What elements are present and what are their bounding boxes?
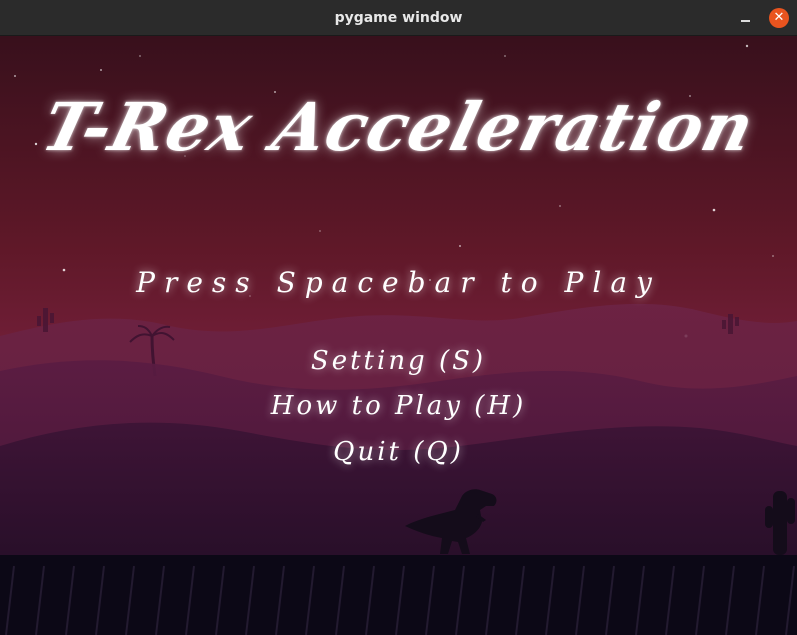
game-title: T-Rex Acceleration (34, 88, 763, 166)
menu-quit[interactable]: Quit (Q) (0, 437, 797, 467)
press-spacebar-prompt: Press Spacebar to Play (136, 266, 661, 299)
menu-setting[interactable]: Setting (S) (0, 346, 797, 376)
game-canvas[interactable]: T-Rex Acceleration Press Spacebar to Pla… (0, 36, 797, 635)
minimize-icon[interactable] (737, 10, 755, 26)
close-icon[interactable]: ✕ (769, 8, 789, 28)
menu-how-to-play[interactable]: How to Play (H) (0, 391, 797, 421)
window-title: pygame window (334, 10, 463, 26)
title-bar[interactable]: pygame window ✕ (0, 0, 797, 36)
game-window: pygame window ✕ T-Rex Acceleration Press… (0, 0, 797, 635)
